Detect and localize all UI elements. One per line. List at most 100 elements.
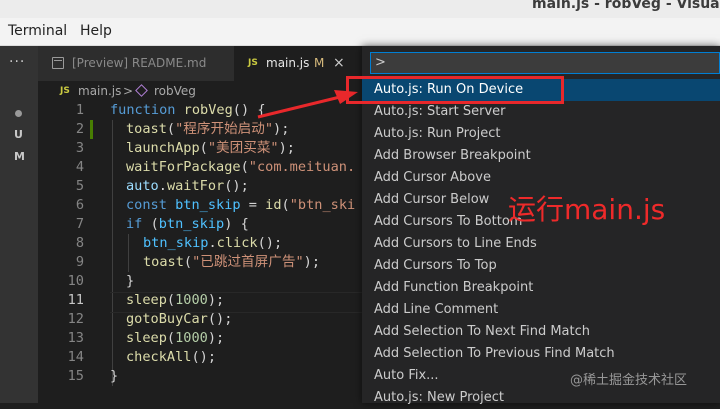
run-annotation-text: 运行main.js <box>508 193 666 226</box>
code-token: "btn_ski <box>289 197 356 213</box>
indent-guide <box>128 234 129 272</box>
code-line: sleep(1000); <box>126 291 224 310</box>
code-token: btn_skip <box>158 216 225 232</box>
code-token: click <box>216 235 258 251</box>
tab-main-js[interactable]: JS main.js M × <box>234 46 362 81</box>
code-line: waitForPackage("com.meituan. <box>126 158 355 177</box>
symbol-method-icon <box>135 84 148 97</box>
line-number: 7 <box>75 216 84 232</box>
code-token: ( <box>199 140 208 156</box>
code-line: sleep(1000); <box>126 329 224 348</box>
menu-bar: Terminal Help <box>0 18 720 46</box>
code-token: ); <box>207 292 225 308</box>
code-line: function robVeg() { <box>110 101 266 120</box>
code-token: 1000 <box>175 330 208 346</box>
code-token: ) { <box>224 216 249 232</box>
command-palette-input[interactable]: > <box>370 52 720 74</box>
code-token: } <box>126 273 135 289</box>
command-item[interactable]: Auto.js: Start Server <box>362 101 720 123</box>
javascript-file-icon: JS <box>248 58 258 68</box>
line-number: 15 <box>67 368 84 384</box>
code-line: gotoBuyCar(); <box>126 310 232 329</box>
line-number: 3 <box>75 140 84 156</box>
code-token: (); <box>224 178 249 194</box>
code-token: ); <box>278 140 295 156</box>
code-token: 1000 <box>175 292 208 308</box>
menu-terminal[interactable]: Terminal <box>8 23 67 39</box>
breadcrumb-symbol[interactable]: robVeg <box>154 81 196 101</box>
code-token: ); <box>207 330 225 346</box>
code-token: launchApp <box>126 140 200 156</box>
code-token: ( <box>166 121 176 137</box>
code-token: ( <box>150 216 159 232</box>
code-token: . <box>158 178 167 194</box>
code-token: sleep <box>126 330 167 346</box>
code-token: waitForPackage <box>126 159 241 175</box>
code-token: } <box>110 368 119 384</box>
code-line: checkAll(); <box>126 348 216 367</box>
breadcrumb-separator: > <box>123 84 134 98</box>
line-number: 10 <box>67 273 84 289</box>
code-token: (); <box>257 235 283 251</box>
modified-line-gutter-indicator <box>90 120 93 139</box>
more-icon[interactable]: ··· <box>9 54 25 70</box>
code-line: } <box>110 367 118 386</box>
code-token: ); <box>273 121 290 137</box>
line-number: 9 <box>75 254 84 270</box>
line-number: 12 <box>67 311 84 327</box>
code-token: (); <box>191 349 217 365</box>
command-item[interactable]: Add Selection To Previous Find Match <box>362 343 720 365</box>
line-number: 11 <box>67 292 84 308</box>
code-token: toast <box>126 121 167 137</box>
unsaved-dot-icon <box>15 110 22 117</box>
command-item[interactable]: Add Cursors to Line Ends <box>362 233 720 255</box>
code-token: ( <box>166 292 176 308</box>
line-number: 13 <box>67 330 84 346</box>
line-number: 2 <box>75 121 84 137</box>
code-token: ( <box>166 330 176 346</box>
code-token: ( <box>240 159 249 175</box>
scm-untracked-indicator: U <box>14 128 23 141</box>
command-item[interactable]: Add Function Breakpoint <box>362 277 720 299</box>
code-token: toast <box>143 254 184 270</box>
activity-bar: ··· U M <box>0 46 38 403</box>
code-token: ( <box>183 254 193 270</box>
code-line: auto.waitFor(); <box>126 177 249 196</box>
menu-help[interactable]: Help <box>80 23 112 39</box>
line-number: 1 <box>75 102 84 118</box>
code-token: (); <box>207 311 233 327</box>
command-item[interactable]: Add Cursors To Top <box>362 255 720 277</box>
code-token: if <box>126 216 151 232</box>
code-token: const <box>126 197 176 213</box>
code-token: "com.meituan. <box>248 159 356 175</box>
code-token: . <box>208 235 217 251</box>
code-token: gotoBuyCar <box>126 311 208 327</box>
watermark: @稀土掘金技术社区 <box>570 373 688 388</box>
breadcrumb-file[interactable]: main.js <box>78 81 121 101</box>
code-line: toast("程序开始启动"); <box>126 120 289 139</box>
command-item[interactable]: Add Selection To Next Find Match <box>362 321 720 343</box>
tab-modified-status: M <box>314 56 325 70</box>
tab-close-icon[interactable]: × <box>333 46 345 81</box>
code-line: toast("已跳过首屏广告"); <box>143 253 320 272</box>
line-number: 8 <box>75 235 84 251</box>
command-item[interactable]: Add Line Comment <box>362 299 720 321</box>
line-number: 6 <box>75 197 84 213</box>
line-number: 14 <box>67 349 84 365</box>
javascript-file-icon: JS <box>60 86 70 96</box>
highlight-box-annotation <box>346 76 564 104</box>
command-item[interactable]: Add Cursor Above <box>362 167 720 189</box>
code-token: robVeg <box>183 102 233 118</box>
command-item[interactable]: Auto.js: New Project <box>362 387 720 409</box>
code-line: const btn_skip = id("btn_ski <box>126 196 355 215</box>
preview-icon <box>52 57 64 69</box>
command-item[interactable]: Auto.js: Run Project <box>362 123 720 145</box>
tab-readme-preview[interactable]: [Preview] README.md <box>38 46 234 81</box>
code-line: launchApp("美团买菜"); <box>126 139 295 158</box>
tab-label: main.js <box>266 56 310 70</box>
command-item[interactable]: Add Browser Breakpoint <box>362 145 720 167</box>
code-token: waitFor <box>166 178 225 194</box>
code-token: function <box>110 102 184 118</box>
code-token: () { <box>232 102 266 118</box>
code-line: } <box>126 272 134 291</box>
